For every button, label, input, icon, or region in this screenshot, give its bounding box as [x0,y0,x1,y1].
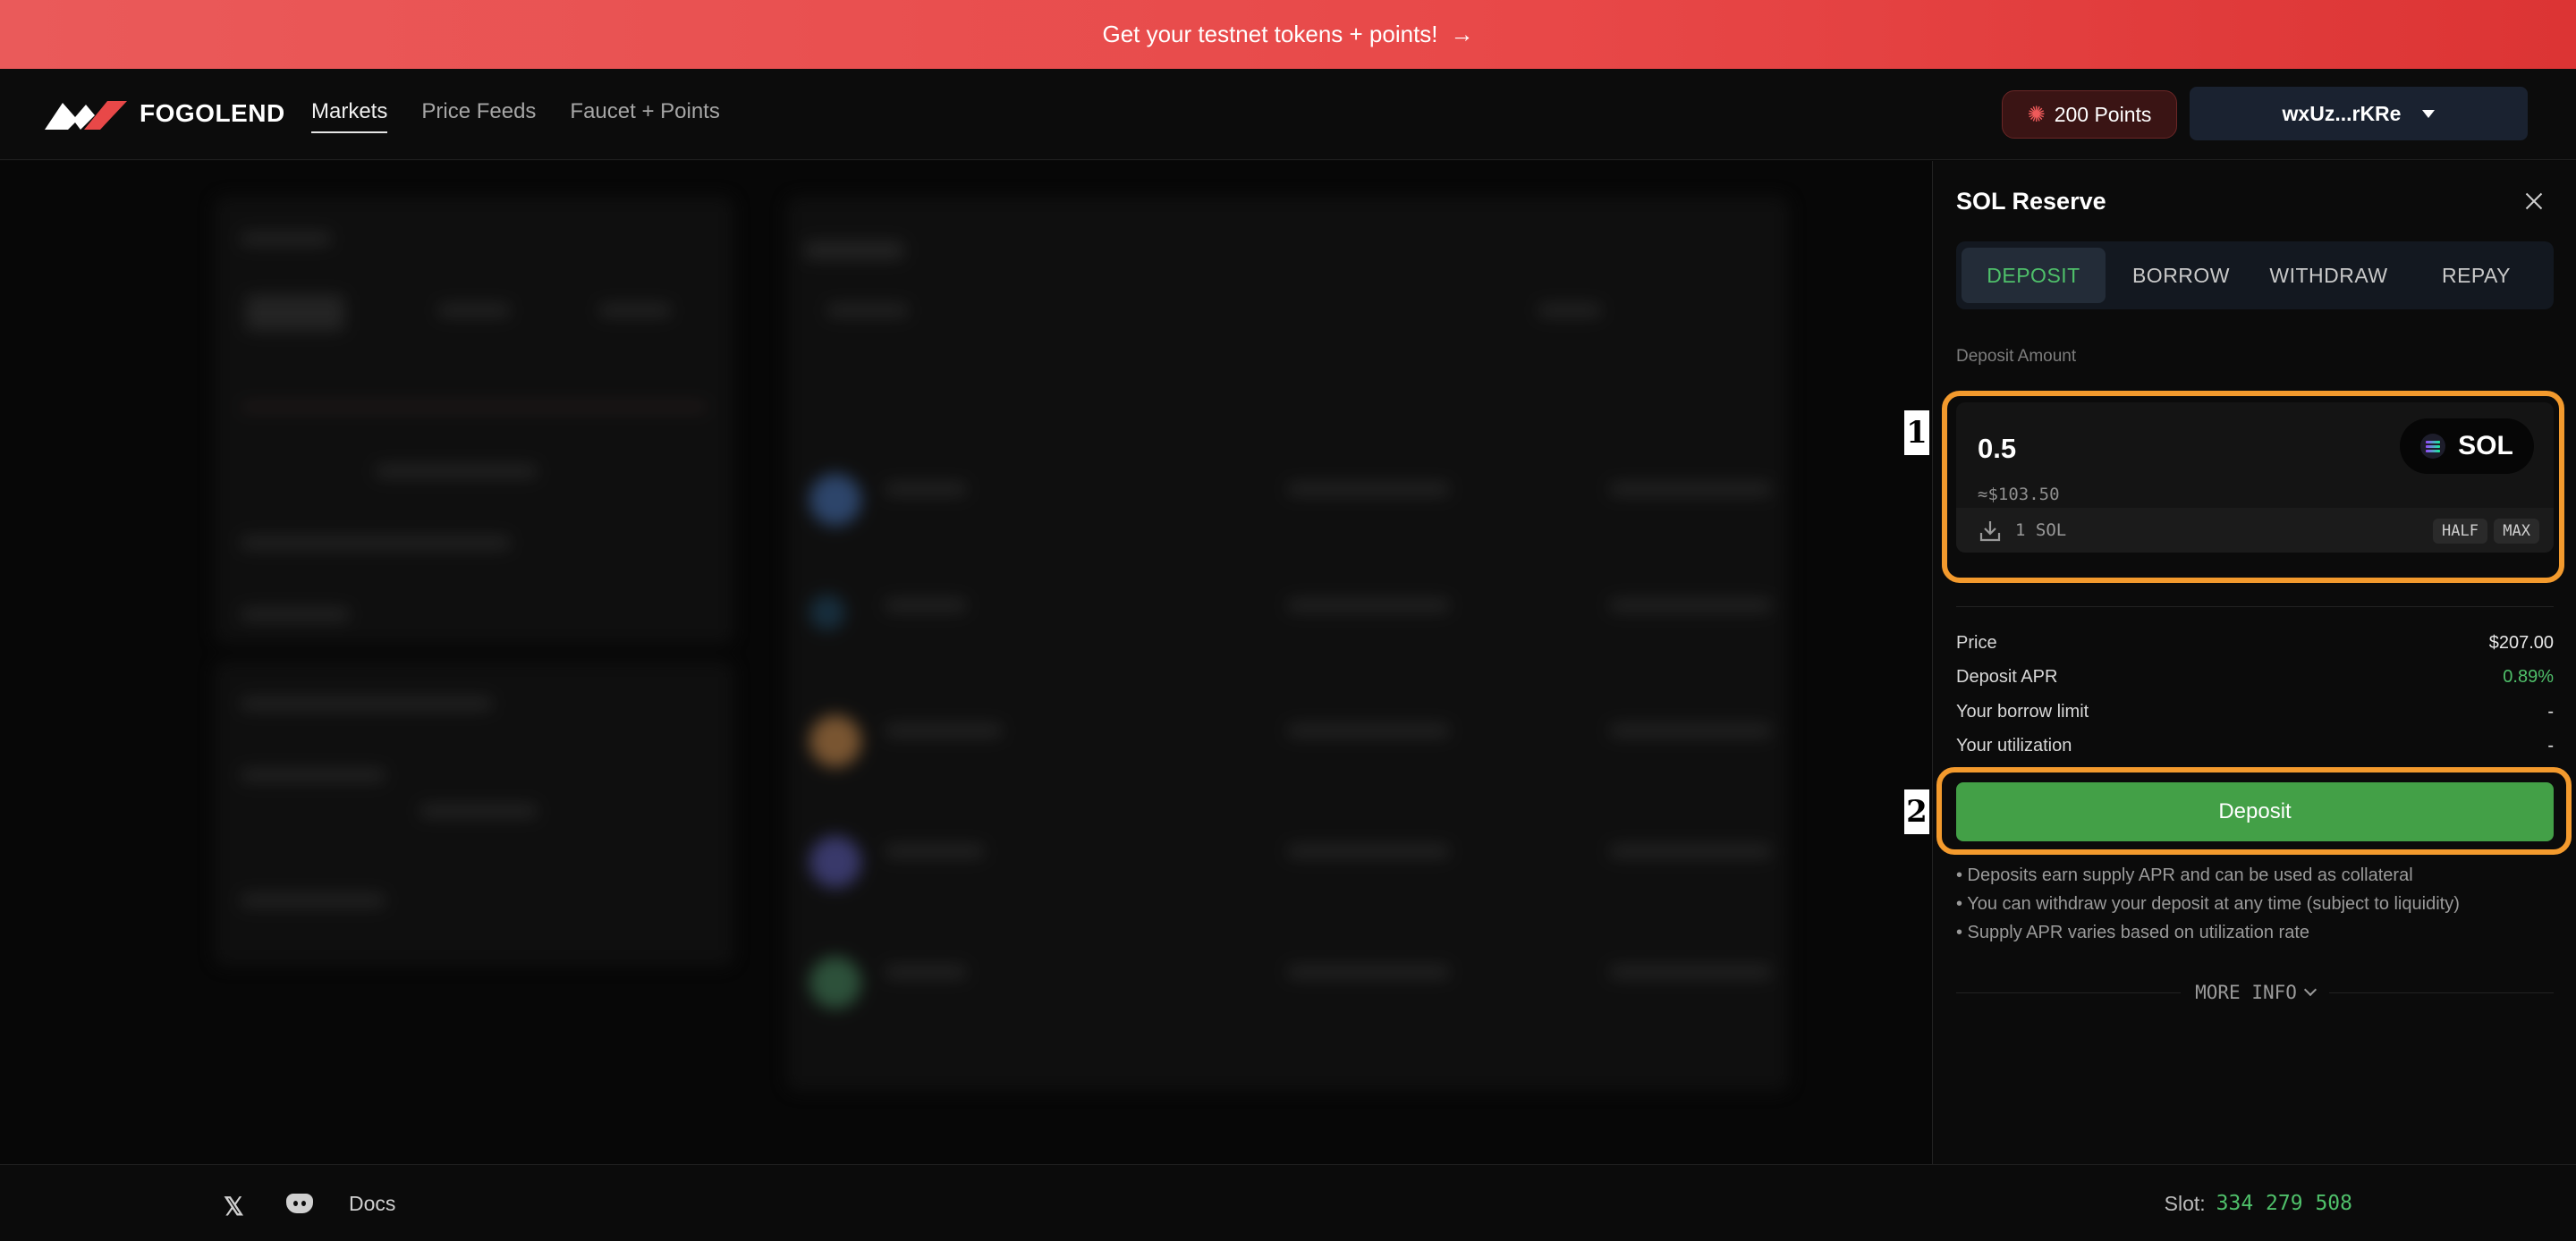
token-selector[interactable]: SOL [2400,418,2534,474]
note-item: • You can withdraw your deposit at any t… [1956,894,2460,914]
divider [2328,992,2555,993]
more-info-toggle[interactable]: MORE INFO [1956,982,2555,1003]
amount-usd-value: ≈$103.50 [1978,485,2060,504]
stat-deposit-apr: Deposit APR 0.89% [1956,667,2554,688]
tab-withdraw[interactable]: WITHDRAW [2257,248,2401,303]
stat-utilization: Your utilization - [1956,736,2554,756]
x-twitter-icon[interactable]: 𝕏 [224,1192,244,1221]
divider [1956,606,2554,607]
points-badge[interactable]: ✺ 200 Points [2002,90,2177,139]
annotation-label-2: 2 [1904,789,1929,834]
deposit-notes: • Deposits earn supply APR and can be us… [1956,865,2460,951]
wallet-button[interactable]: wxUz...rKRe [2190,87,2528,140]
more-info-label[interactable]: MORE INFO [2195,982,2317,1003]
tab-borrow[interactable]: BORROW [2109,248,2253,303]
token-symbol: SOL [2458,431,2513,460]
max-button[interactable]: MAX [2494,519,2539,544]
nav-faucet-points[interactable]: Faucet + Points [570,99,719,133]
arrow-right-icon: → [1450,21,1474,47]
solana-icon [2420,434,2446,459]
action-tabs: DEPOSIT BORROW WITHDRAW REPAY [1956,241,2554,309]
slot-label: Slot: [2164,1192,2206,1215]
note-item: • Supply APR varies based on utilization… [1956,923,2309,942]
half-button[interactable]: HALF [2433,519,2487,544]
panel-title: SOL Reserve [1956,188,2106,215]
deposit-amount-label: Deposit Amount [1956,347,2077,366]
amount-input-box: 0.5 ≈$103.50 SOL 1 SOL HALF MAX [1956,402,2554,553]
divider [1956,992,2182,993]
stat-value: - [2547,702,2554,722]
footer: 𝕏 Docs Slot: 334 279 508 [0,1164,2576,1241]
stat-value: - [2547,736,2554,756]
close-icon[interactable] [2522,190,2546,213]
balance-row: 1 SOL HALF MAX [1956,508,2554,553]
points-label: 200 Points [2054,102,2152,126]
nav-markets[interactable]: Markets [311,99,388,133]
chevron-down-icon [2422,109,2436,118]
slot-indicator: Slot: 334 279 508 [2165,1192,2352,1216]
tab-deposit[interactable]: DEPOSIT [1962,248,2106,303]
stat-label: Price [1956,633,1997,653]
brand-name: FOGOLEND [140,99,285,127]
wallet-balance: 1 SOL [2015,520,2067,540]
discord-icon[interactable] [286,1194,313,1213]
markets-background [0,161,1932,1164]
blurred-content [0,161,1932,1164]
deposit-button[interactable]: Deposit [1956,782,2554,841]
wallet-balance-icon [1979,521,2001,542]
stat-label: Deposit APR [1956,667,2058,687]
stat-label: Your borrow limit [1956,702,2089,722]
main-nav: Markets Price Feeds Faucet + Points [311,99,720,133]
note-item: • Deposits earn supply APR and can be us… [1956,865,2413,885]
docs-link[interactable]: Docs [349,1192,395,1216]
fogolend-logo-icon [45,101,127,130]
nav-price-feeds[interactable]: Price Feeds [421,99,536,133]
stat-price: Price $207.00 [1956,633,2554,654]
stat-borrow-limit: Your borrow limit - [1956,702,2554,722]
reserve-panel: SOL Reserve DEPOSIT BORROW WITHDRAW REPA… [1932,161,2576,1164]
testnet-banner[interactable]: Get your testnet tokens + points! → [0,0,2576,69]
wallet-address: wxUz...rKRe [2282,101,2402,125]
stat-value: 0.89% [2503,667,2554,687]
sparkle-icon: ✺ [2027,102,2046,127]
slot-value: 334 279 508 [2216,1192,2352,1215]
stat-value: $207.00 [2488,633,2554,653]
tab-repay[interactable]: REPAY [2404,248,2548,303]
stat-label: Your utilization [1956,736,2072,756]
top-header: FOGOLEND Markets Price Feeds Faucet + Po… [0,69,2576,160]
more-info-text: MORE INFO [2195,982,2297,1003]
banner-text: Get your testnet tokens + points! [1102,21,1438,47]
logo[interactable]: FOGOLEND [45,96,285,131]
chevron-down-icon [2303,983,2317,997]
amount-input[interactable]: 0.5 [1978,433,2016,465]
annotation-label-1: 1 [1904,410,1929,455]
